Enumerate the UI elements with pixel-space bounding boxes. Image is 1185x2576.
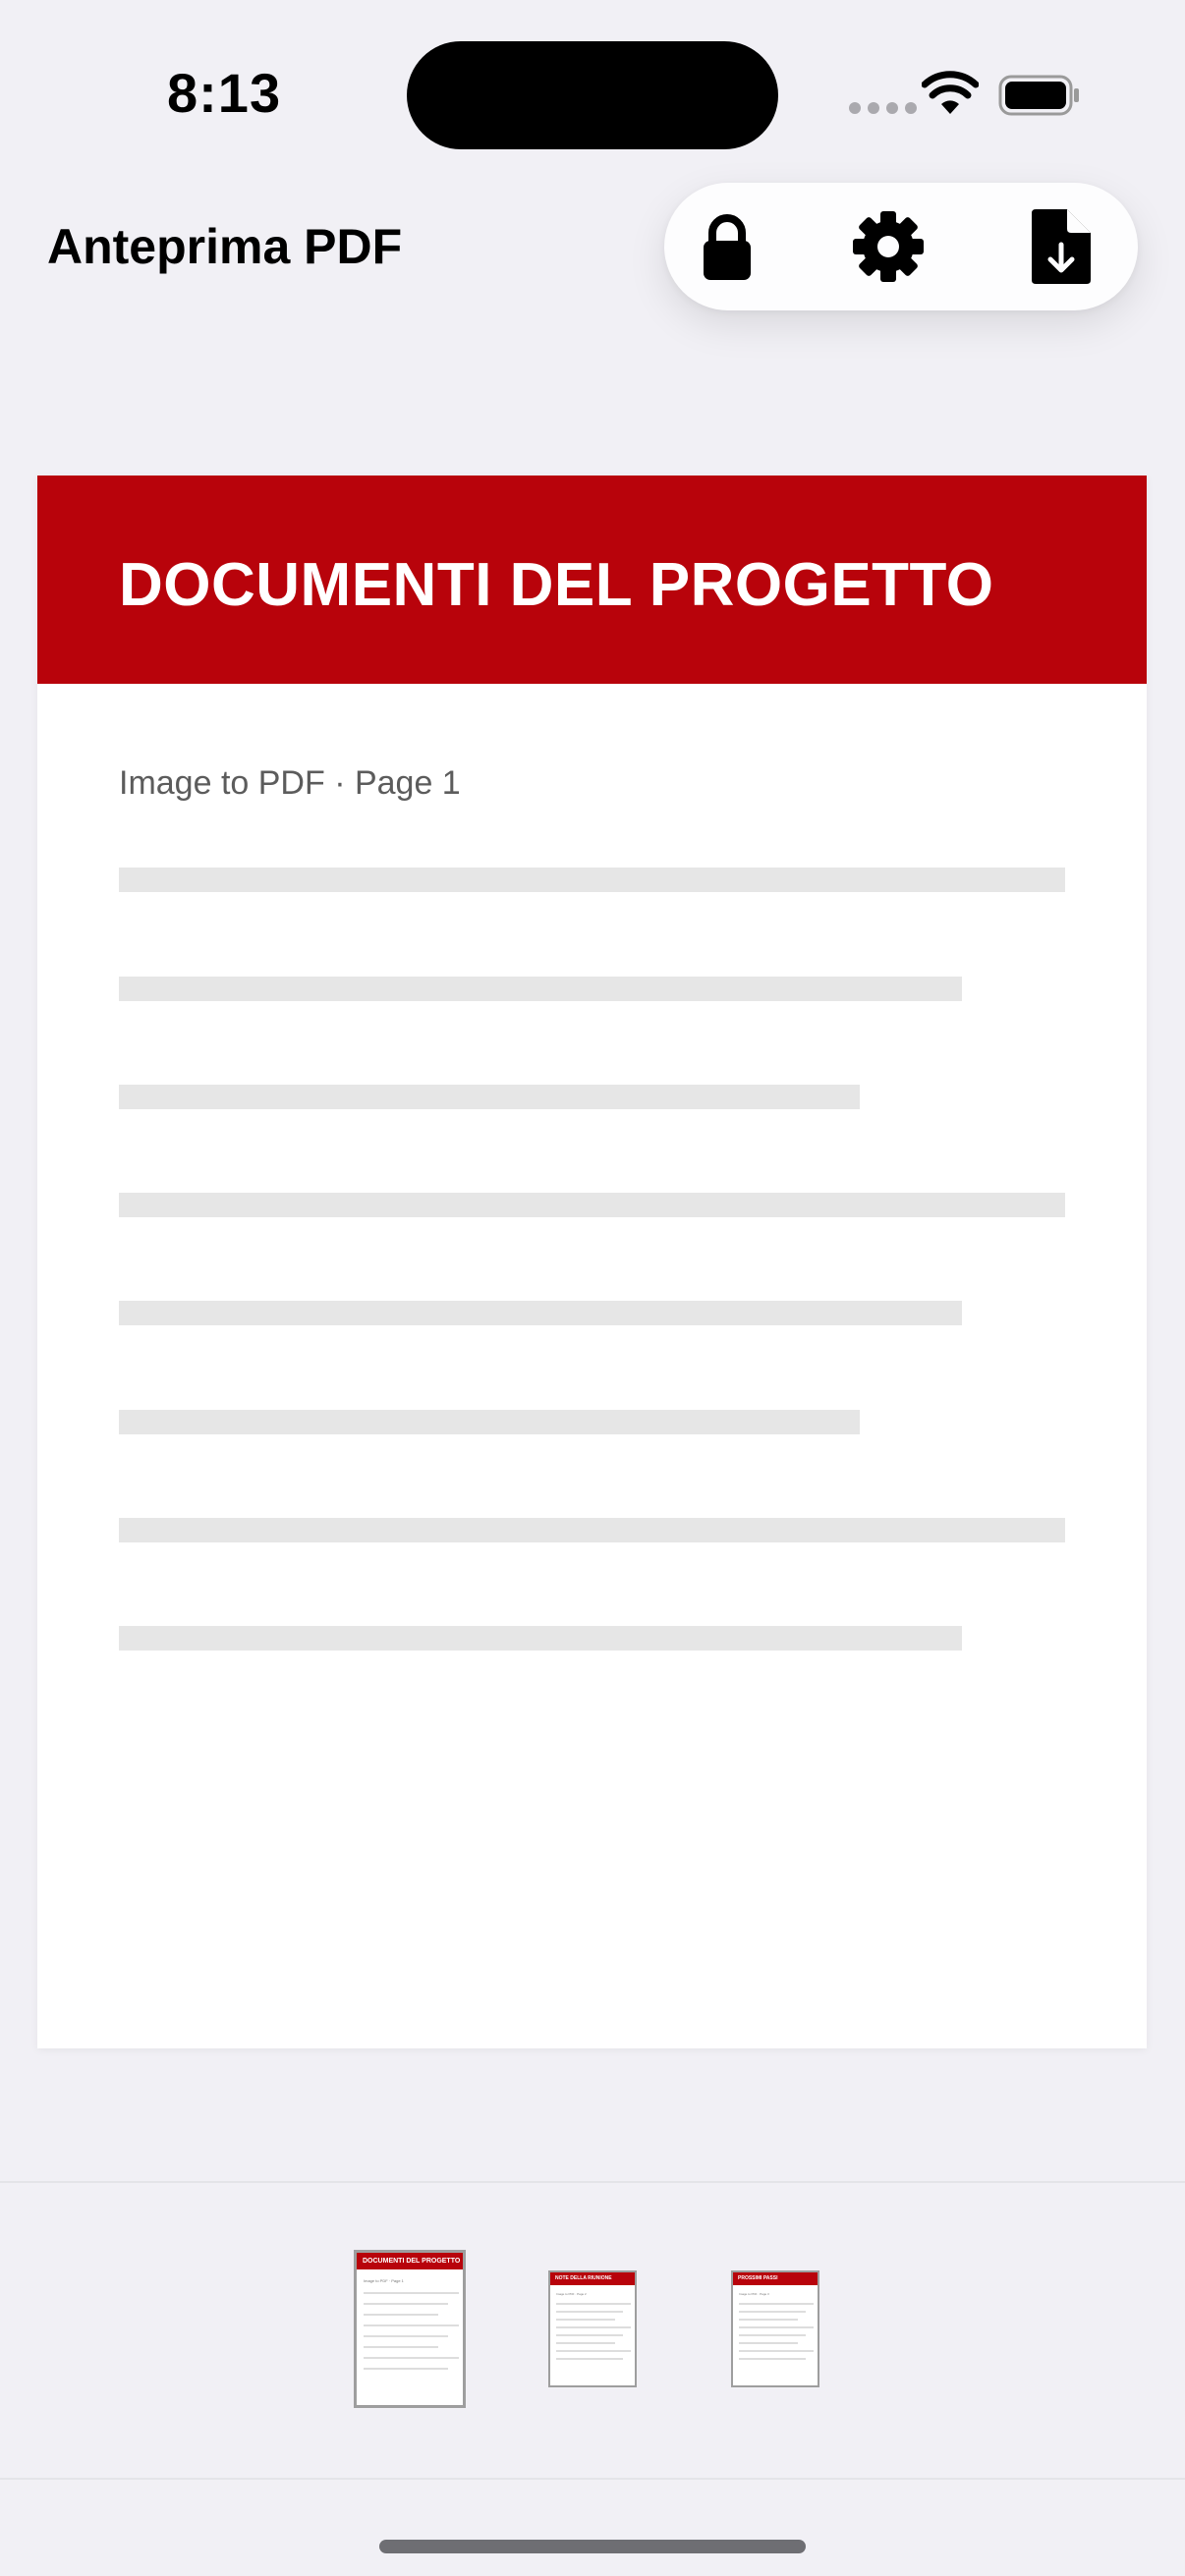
page-heading: DOCUMENTI DEL PROGETTO	[119, 551, 994, 619]
gear-icon[interactable]	[849, 207, 928, 286]
wifi-icon	[922, 71, 979, 114]
thumbnail-subtitle: Image to PDF · Page 2	[556, 2292, 587, 2296]
dynamic-island	[407, 41, 778, 149]
thumbnail-page-3[interactable]: PROSSIMI PASSI Image to PDF · Page 3	[731, 2270, 819, 2387]
battery-icon	[998, 75, 1079, 116]
placeholder-line	[119, 868, 1065, 892]
page-header-band: DOCUMENTI DEL PROGETTO	[37, 476, 1147, 684]
thumbnail-heading: NOTE DELLA RIUNIONE	[550, 2272, 635, 2285]
document-download-icon[interactable]	[1022, 207, 1100, 286]
thumbnail-page-1[interactable]: DOCUMENTI DEL PROGETTO Image to PDF · Pa…	[354, 2250, 466, 2408]
status-time: 8:13	[167, 62, 282, 124]
placeholder-line	[119, 1410, 860, 1434]
placeholder-line	[119, 1301, 962, 1325]
thumbnail-heading: PROSSIMI PASSI	[733, 2272, 818, 2285]
thumbnail-subtitle: Image to PDF · Page 1	[364, 2278, 404, 2283]
placeholder-line	[119, 1085, 860, 1109]
placeholder-line	[119, 1518, 1065, 1542]
placeholder-line	[119, 1193, 1065, 1217]
placeholder-line	[119, 1626, 962, 1651]
cellular-signal-icon	[849, 102, 917, 114]
placeholder-line	[119, 977, 962, 1001]
thumbnail-page-2[interactable]: NOTE DELLA RIUNIONE Image to PDF · Page …	[548, 2270, 637, 2387]
thumbnail-subtitle: Image to PDF · Page 3	[739, 2292, 769, 2296]
thumbnail-heading: DOCUMENTI DEL PROGETTO	[357, 2253, 463, 2269]
pdf-page-preview: DOCUMENTI DEL PROGETTO Image to PDF · Pa…	[37, 476, 1147, 2048]
lock-icon[interactable]	[688, 207, 766, 286]
page-title: Anteprima PDF	[47, 219, 403, 274]
page-subtitle: Image to PDF · Page 1	[119, 764, 461, 802]
home-indicator[interactable]	[379, 2540, 806, 2553]
